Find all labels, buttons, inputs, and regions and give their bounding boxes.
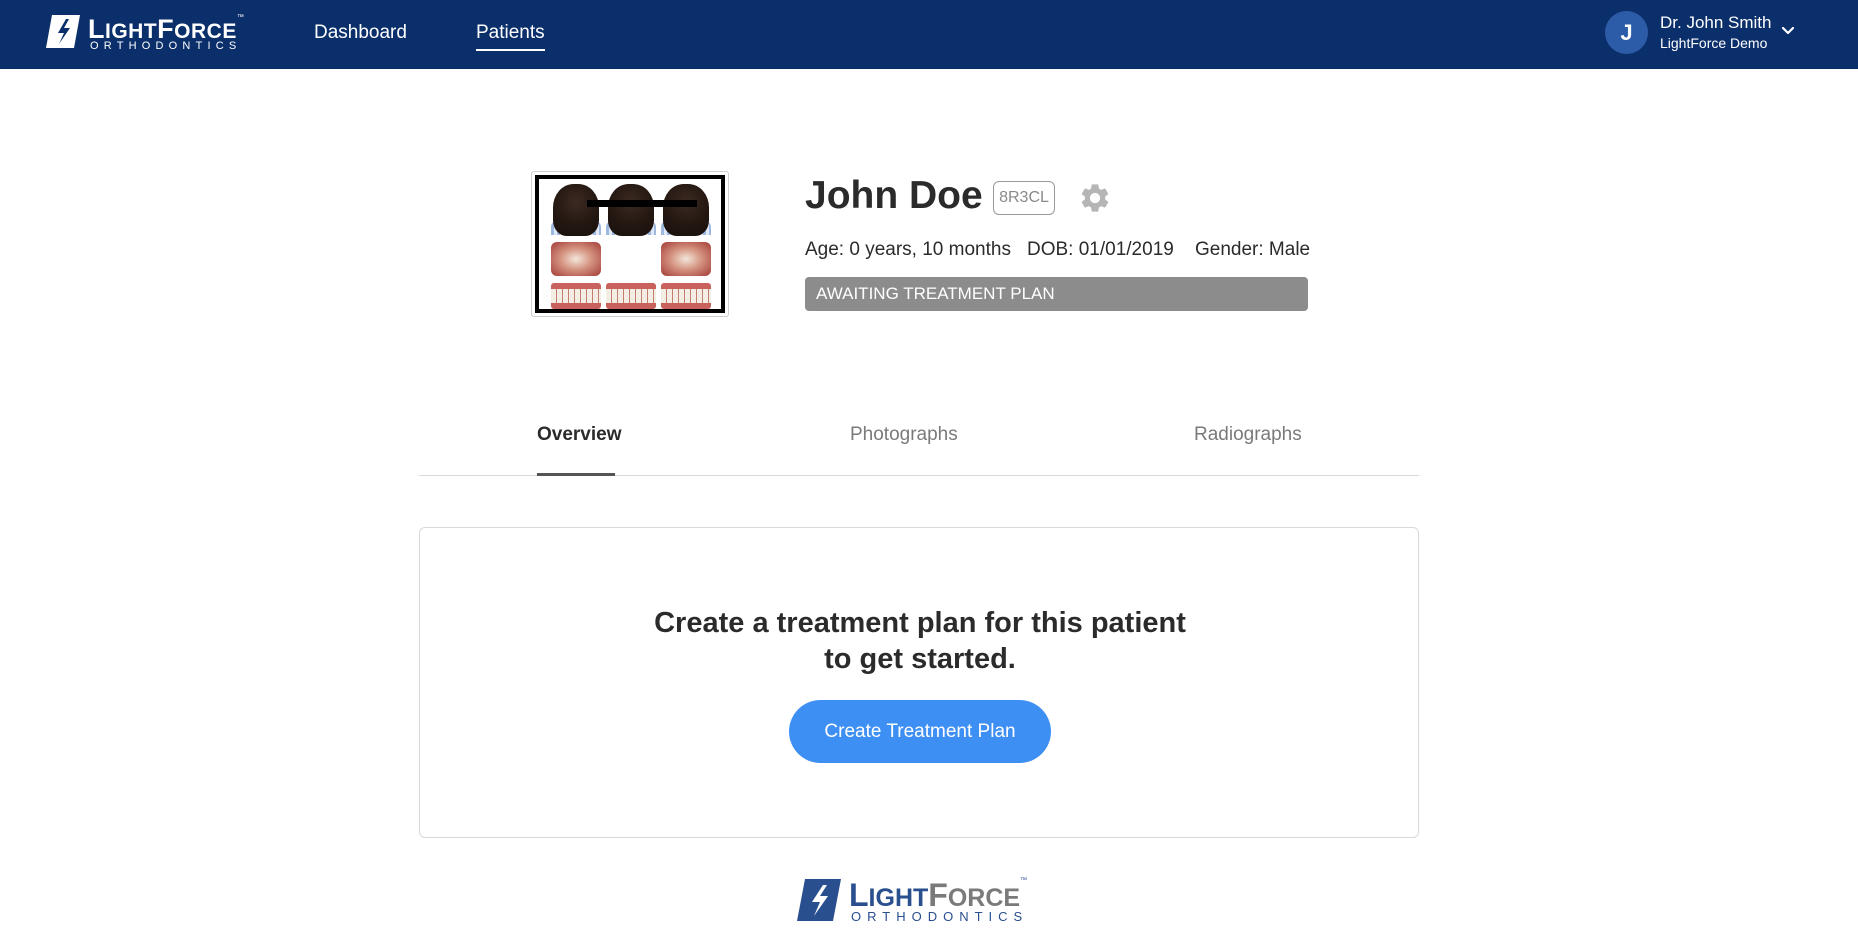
tab-overview[interactable]: Overview — [537, 424, 622, 446]
create-treatment-plan-button[interactable]: Create Treatment Plan — [789, 700, 1051, 763]
tab-photographs[interactable]: Photographs — [850, 424, 958, 446]
user-avatar: J — [1605, 11, 1648, 54]
gear-icon[interactable] — [1078, 181, 1112, 215]
patient-age: Age: 0 years, 10 months — [805, 239, 1011, 260]
empty-state-message: Create a treatment plan for this patient… — [654, 607, 1186, 675]
tab-radiographs[interactable]: Radiographs — [1194, 424, 1302, 446]
user-organization: LightForce Demo — [1660, 35, 1768, 51]
status-badge: AWAITING TREATMENT PLAN — [805, 277, 1308, 311]
user-menu[interactable]: J Dr. John Smith LightForce Demo — [1605, 10, 1805, 56]
top-navigation-bar: LIGHTFORCE™ ORTHODONTICS Dashboard Patie… — [0, 0, 1858, 69]
lightforce-bolt-icon — [46, 15, 80, 48]
lightforce-bolt-icon — [797, 879, 841, 921]
patient-gender: Gender: Male — [1195, 239, 1311, 260]
patient-name: John Doe — [805, 174, 983, 217]
user-name: Dr. John Smith — [1660, 13, 1772, 32]
patient-photo-collage — [535, 175, 725, 313]
lightforce-logo[interactable]: LIGHTFORCE™ ORTHODONTICS — [44, 13, 254, 53]
patient-dob: DOB: 01/01/2019 — [1027, 239, 1174, 260]
nav-dashboard-link[interactable]: Dashboard — [314, 22, 407, 44]
active-tab-indicator — [537, 473, 615, 476]
patient-photo-thumbnail[interactable] — [531, 171, 729, 317]
treatment-plan-empty-card: Create a treatment plan for this patient… — [419, 527, 1419, 838]
logo-subtitle: ORTHODONTICS — [90, 40, 242, 52]
footer-logo-subtitle: ORTHODONTICS — [851, 909, 1029, 924]
patient-code-badge: 8R3CL — [993, 181, 1055, 215]
nav-patients-link[interactable]: Patients — [476, 22, 545, 51]
chevron-down-icon[interactable] — [1780, 23, 1796, 39]
footer-lightforce-logo: LIGHTFORCE™ ORTHODONTICS — [795, 877, 1045, 925]
